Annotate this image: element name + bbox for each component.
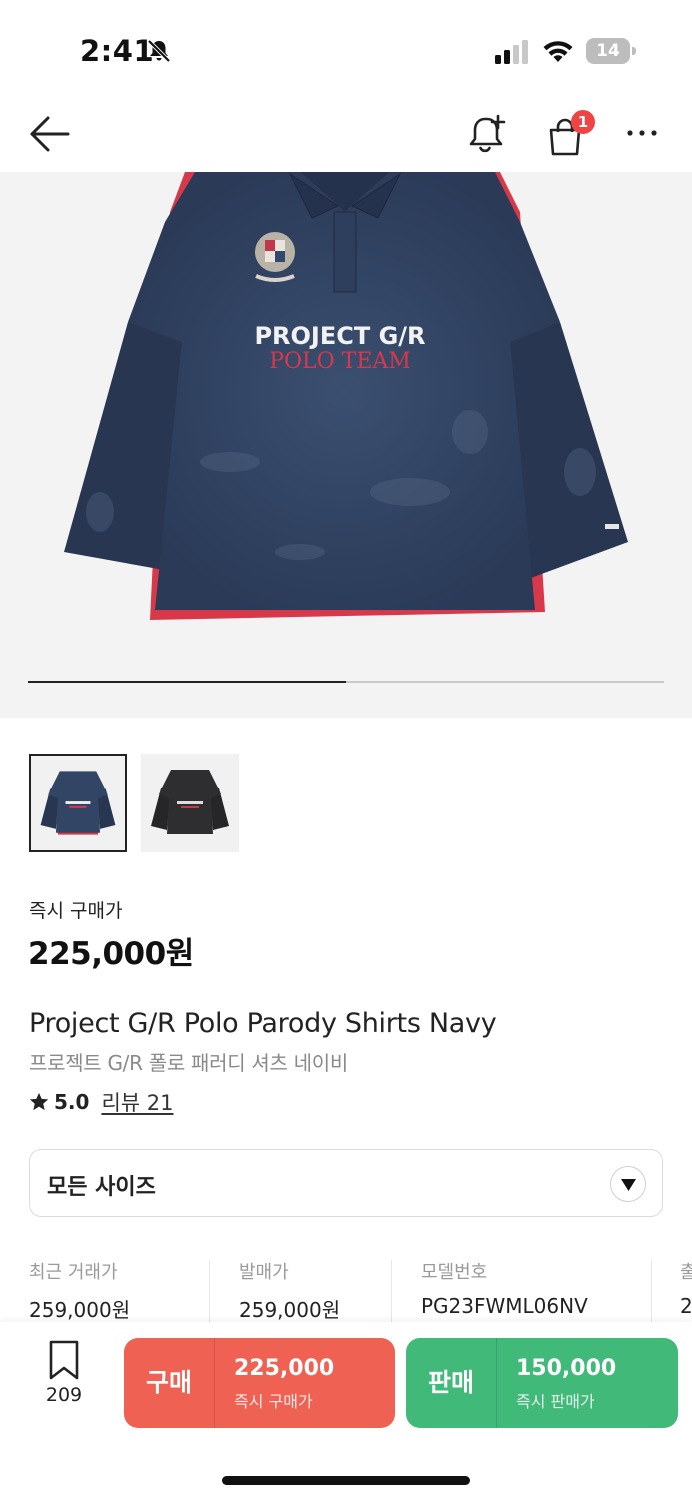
buy-sub-label: 즉시 구매가 (234, 1392, 313, 1411)
more-icon[interactable] (624, 118, 660, 148)
product-image: PROJECT G/R POLO TEAM (64, 172, 628, 620)
nav-bar: 1 (0, 100, 692, 172)
star-icon (29, 1092, 49, 1111)
info-label: 발매가 (239, 1262, 289, 1283)
size-select[interactable]: 모든 사이즈 (29, 1149, 663, 1217)
thumbnail-black[interactable] (141, 754, 239, 852)
status-time: 2:41 (80, 34, 155, 68)
wifi-icon (543, 41, 573, 62)
status-bar: 2:41 14 (0, 0, 692, 100)
cart-button[interactable]: 1 (545, 110, 597, 158)
info-release-price: 발매가 259,000원 (239, 1258, 340, 1322)
info-release-date: 출 2 (680, 1258, 692, 1322)
info-value: 2 (680, 1294, 692, 1318)
battery-level: 14 (586, 38, 630, 64)
back-arrow-icon[interactable] (28, 114, 72, 154)
buy-price: 225,000 (234, 1356, 335, 1381)
buy-separator (214, 1338, 215, 1428)
notification-add-icon[interactable] (468, 112, 508, 156)
bell-off-icon (147, 39, 171, 63)
sell-label: 판매 (427, 1368, 474, 1397)
bookmark-button[interactable]: 209 (36, 1340, 92, 1420)
bottom-action-bar: 209 구매 225,000 즉시 구매가 판매 150,000 즉시 판매가 (0, 1322, 692, 1500)
price-label: 즉시 구매가 (29, 900, 123, 922)
product-info-row: 최근 거래가 259,000원 발매가 259,000원 모델번호 PG23FW… (0, 1258, 692, 1322)
sell-button[interactable]: 판매 150,000 즉시 판매가 (406, 1338, 678, 1428)
info-recent-price: 최근 거래가 259,000원 (29, 1258, 130, 1322)
battery-icon: 14 (586, 38, 636, 64)
info-divider (391, 1260, 392, 1322)
info-model-number: 모델번호 PG23FWML06NV (421, 1258, 588, 1322)
shirt-print-line2: POLO TEAM (269, 349, 411, 374)
sell-sub-label: 즉시 판매가 (516, 1392, 595, 1411)
product-title-ko: 프로젝트 G/R 폴로 패러디 셔츠 네이비 (29, 1051, 348, 1075)
size-select-label: 모든 사이즈 (47, 1175, 156, 1200)
home-indicator (222, 1476, 470, 1485)
price-value: 225,000원 (28, 936, 194, 972)
info-label: 출 (680, 1262, 692, 1283)
thumbnail-image (141, 754, 239, 852)
cart-badge: 1 (571, 110, 595, 134)
info-divider (209, 1260, 210, 1322)
bookmark-icon (49, 1340, 79, 1380)
review-link[interactable]: 리뷰 21 (101, 1087, 173, 1117)
battery-tip (632, 47, 636, 55)
rating-row: 5.0 리뷰 21 (28, 1088, 173, 1116)
bookmark-count: 209 (45, 1384, 83, 1406)
carousel-progress (28, 681, 664, 683)
shirt-print-line1: PROJECT G/R (254, 322, 425, 350)
buy-label: 구매 (145, 1368, 192, 1397)
info-label: 최근 거래가 (29, 1262, 118, 1283)
carousel-progress-fill (28, 681, 346, 683)
rating-value: 5.0 (54, 1090, 90, 1114)
size-dropdown-button[interactable] (610, 1166, 646, 1202)
info-value: PG23FWML06NV (421, 1294, 588, 1318)
info-label: 모델번호 (421, 1262, 488, 1283)
sell-separator (496, 1338, 497, 1428)
info-value: 259,000원 (239, 1298, 341, 1322)
thumbnail-image (31, 756, 125, 850)
sell-price: 150,000 (516, 1356, 617, 1381)
product-image-carousel[interactable]: PROJECT G/R POLO TEAM (0, 172, 692, 718)
thumbnail-navy[interactable] (29, 754, 127, 852)
product-title-en: Project G/R Polo Parody Shirts Navy (29, 1008, 497, 1039)
buy-button[interactable]: 구매 225,000 즉시 구매가 (124, 1338, 395, 1428)
cellular-signal-icon (495, 40, 528, 64)
info-divider (651, 1260, 652, 1322)
caret-down-icon (621, 1179, 636, 1191)
info-value: 259,000원 (29, 1298, 131, 1322)
